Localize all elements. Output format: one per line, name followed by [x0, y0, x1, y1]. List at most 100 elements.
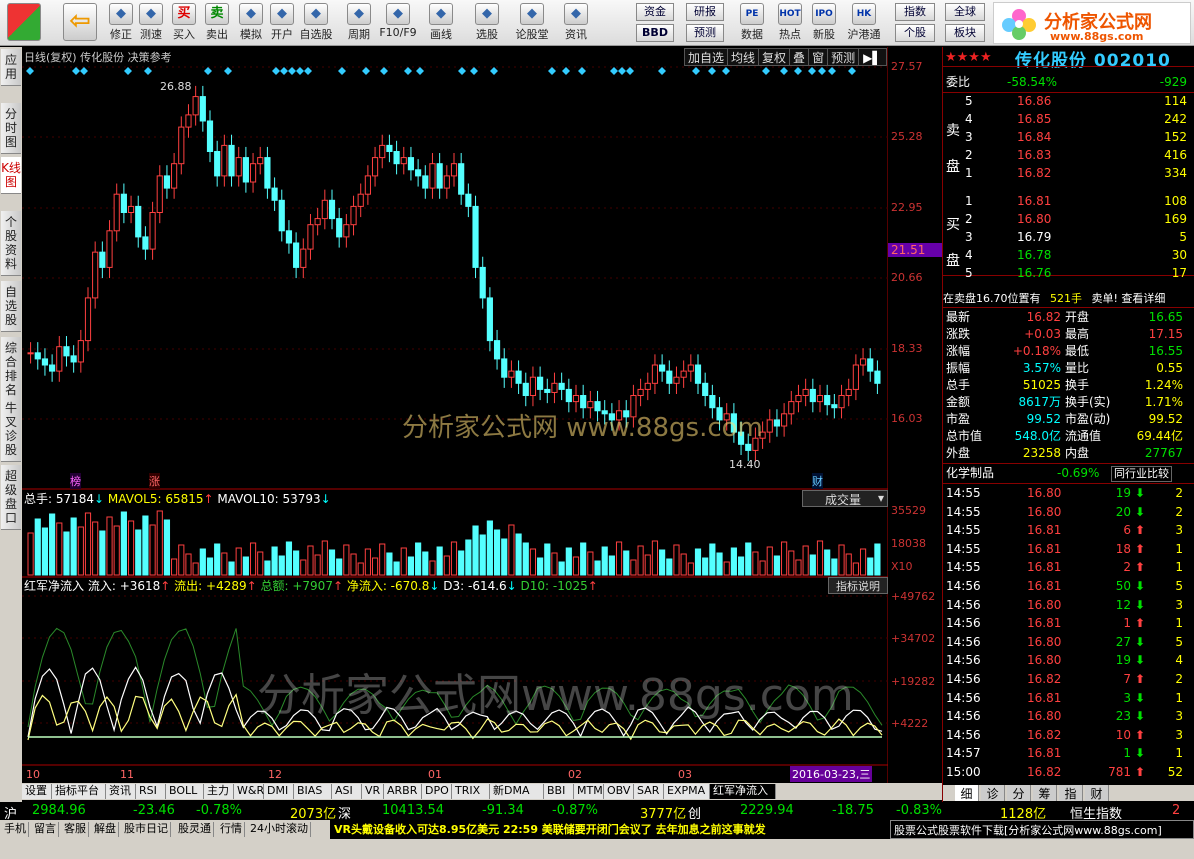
toolbar-right-3-button[interactable]: HK 沪港通 [842, 2, 886, 44]
ad-link[interactable]: 股票公式股票软件下载[分析家公式网www.88gs.com] [890, 820, 1194, 839]
indicator-tab-15[interactable]: BBI [544, 784, 574, 799]
indicator-total: 总额: +7907 [260, 579, 333, 593]
toolbar-hammer-button[interactable]: ◆ 模拟 [234, 2, 268, 44]
toolbar-forum-button[interactable]: ◆ 论股堂 [510, 2, 554, 44]
volume-bar [702, 557, 709, 576]
indicator-tab-19[interactable]: EXPMA [664, 784, 710, 799]
toolbar-right-1-button[interactable]: HOT 热点 [774, 2, 806, 44]
forecast-button[interactable]: 预测 [686, 24, 724, 42]
quote-tab-5[interactable]: 财 [1085, 785, 1109, 801]
candle-body [228, 144, 235, 177]
status-item-2[interactable]: 客服 [62, 822, 89, 837]
event-marker-cai[interactable]: 财 [812, 473, 823, 489]
vtab-1[interactable]: 分时图 [1, 103, 21, 154]
indicator-tab-20[interactable]: 红军净流入 [710, 784, 776, 799]
quote-tab-3[interactable]: 筹 [1033, 785, 1057, 801]
toolbar-up-button[interactable]: ◆ 修正 [104, 2, 138, 44]
app-menu-button[interactable] [4, 2, 44, 44]
vtab-0[interactable]: 应用 [1, 49, 21, 86]
indicator-tab-4[interactable]: BOLL [166, 784, 204, 799]
toolbar-f10-button[interactable]: ◆ F10/F9 [378, 2, 418, 44]
quote-tab-4[interactable]: 指 [1059, 785, 1083, 801]
tick-volume: 10 [1115, 727, 1131, 742]
indicator-tab-12[interactable]: DPO [422, 784, 452, 799]
vtab-3[interactable]: 个股资料 [1, 211, 21, 276]
indicator-tab-17[interactable]: OBV [604, 784, 634, 799]
status-item-1[interactable]: 留言 [32, 822, 59, 837]
volume-bar [285, 541, 293, 576]
toolbar-right-0-button[interactable]: PE 数据 [736, 2, 768, 44]
back-button[interactable]: ⇦ [60, 2, 100, 44]
index-button[interactable]: 指数 [895, 3, 935, 21]
indicator-tab-16[interactable]: MTM [574, 784, 604, 799]
toolbar-sell-button[interactable]: 卖卖出 [200, 2, 234, 44]
status-item-7[interactable]: 24小时滚动 [248, 822, 311, 837]
indicator-tab-9[interactable]: ASI [332, 784, 362, 799]
stock-button[interactable]: 个股 [895, 24, 935, 42]
volume-bar [34, 518, 41, 576]
indicator-tab-7[interactable]: DMI [264, 784, 294, 799]
toolbar-screen-button[interactable]: ◆ 选股 [466, 2, 508, 44]
arrow-down-icon: ⬇ [1134, 709, 1145, 724]
toolbar-pencil-button[interactable]: ◆ 画线 [414, 2, 468, 44]
indicator-tab-1[interactable]: 指标平台 [52, 784, 106, 799]
tick-count: 5 [1175, 579, 1183, 593]
indicator-tab-11[interactable]: ARBR [384, 784, 422, 799]
quote-tab-1[interactable]: 诊 [981, 785, 1005, 801]
volume-bar [544, 543, 551, 576]
expand-panel-icon[interactable]: ▶▌ [859, 51, 885, 65]
status-item-6[interactable]: 行情 [218, 822, 245, 837]
quote-tab-2[interactable]: 分 [1007, 785, 1031, 801]
chart-tool-1[interactable]: 均线 [728, 49, 760, 66]
indicator-tab-8[interactable]: BIAS [294, 784, 332, 799]
chart-tool-0[interactable]: 加自选 [685, 49, 729, 66]
big-order-notice[interactable]: 在卖盘16.70位置有 521手 卖单! 查看详细 [943, 290, 1187, 307]
toolbar-lock-button[interactable]: ◆ 开户 [264, 2, 300, 44]
status-item-0[interactable]: 手机 [2, 822, 29, 837]
status-item-5[interactable]: 股灵通 [176, 822, 214, 837]
vtab-5[interactable]: 综合排名 [1, 337, 21, 402]
volume-bar [508, 524, 515, 576]
toolbar-clock-button[interactable]: ◆ 测速 [134, 2, 168, 44]
toolbar-news-button[interactable]: ◆ 资讯 [554, 2, 598, 44]
indicator-tab-5[interactable]: 主力 [204, 784, 234, 799]
toolbar-right-2-button[interactable]: IPO 新股 [808, 2, 840, 44]
volume-indicator-dropdown[interactable]: 成交量 ▾ [802, 490, 888, 507]
toolbar-cycle-button[interactable]: ◆ 周期 [334, 2, 384, 44]
indicator-help-button[interactable]: 指标说明 [828, 577, 888, 594]
sector-button[interactable]: 板块 [945, 24, 985, 42]
indicator-tab-6[interactable]: W&R [234, 784, 264, 799]
status-item-3[interactable]: 解盘 [92, 822, 119, 837]
vtab-7[interactable]: 超级盘口 [1, 465, 21, 530]
volume-bar [206, 557, 214, 576]
indicator-tab-18[interactable]: SAR [634, 784, 664, 799]
indicator-tab-3[interactable]: RSI [136, 784, 166, 799]
vtab-2[interactable]: K线图 [1, 157, 21, 194]
indicator-tab-2[interactable]: 资讯 [106, 784, 136, 799]
industry-compare-button[interactable]: 同行业比较 [1111, 466, 1172, 482]
vtab-6[interactable]: 牛叉诊股 [1, 397, 21, 462]
chart-tool-2[interactable]: 复权 [759, 49, 791, 66]
vtab-4[interactable]: 自选股 [1, 281, 21, 332]
funds-button[interactable]: 资金 [636, 3, 674, 21]
chart-tool-3[interactable]: 叠 [790, 49, 810, 66]
kline-chart-area[interactable]: 10 11 12 01 02 03 日线(复权) 传化股份 决策参考 加自选 均线 复权叠窗预… [22, 47, 888, 783]
global-button[interactable]: 全球 [945, 3, 985, 21]
event-marker-bang[interactable]: 榜 [70, 473, 81, 489]
event-marker-zhang[interactable]: 涨 [149, 473, 160, 489]
indicator-tab-0[interactable]: 设置 [22, 784, 52, 799]
indicator-axis-tick: +34702 [891, 632, 936, 645]
indicator-tab-10[interactable]: VR [362, 784, 384, 799]
indicator-tab-14[interactable]: 新DMA [490, 784, 544, 799]
chart-tool-4[interactable]: 窗 [809, 49, 829, 66]
indicator-tab-13[interactable]: TRIX [452, 784, 490, 799]
research-button[interactable]: 研报 [686, 3, 724, 21]
toolbar-star-button[interactable]: ◆ 自选股 [298, 2, 334, 44]
toolbar-buy-button[interactable]: 买买入 [166, 2, 202, 44]
chart-tool-5[interactable]: 预测 [828, 49, 860, 66]
status-item-4[interactable]: 股市日记 [122, 822, 171, 837]
news-ticker[interactable]: VR头戴设备收入可达8.95亿美元 22:59 美联储要开闭门会议了 去年加息之… [330, 820, 890, 839]
bbd-button[interactable]: BBD [636, 24, 674, 42]
quote-tab-0[interactable]: 细 [955, 785, 979, 801]
volume-bar [838, 544, 845, 576]
